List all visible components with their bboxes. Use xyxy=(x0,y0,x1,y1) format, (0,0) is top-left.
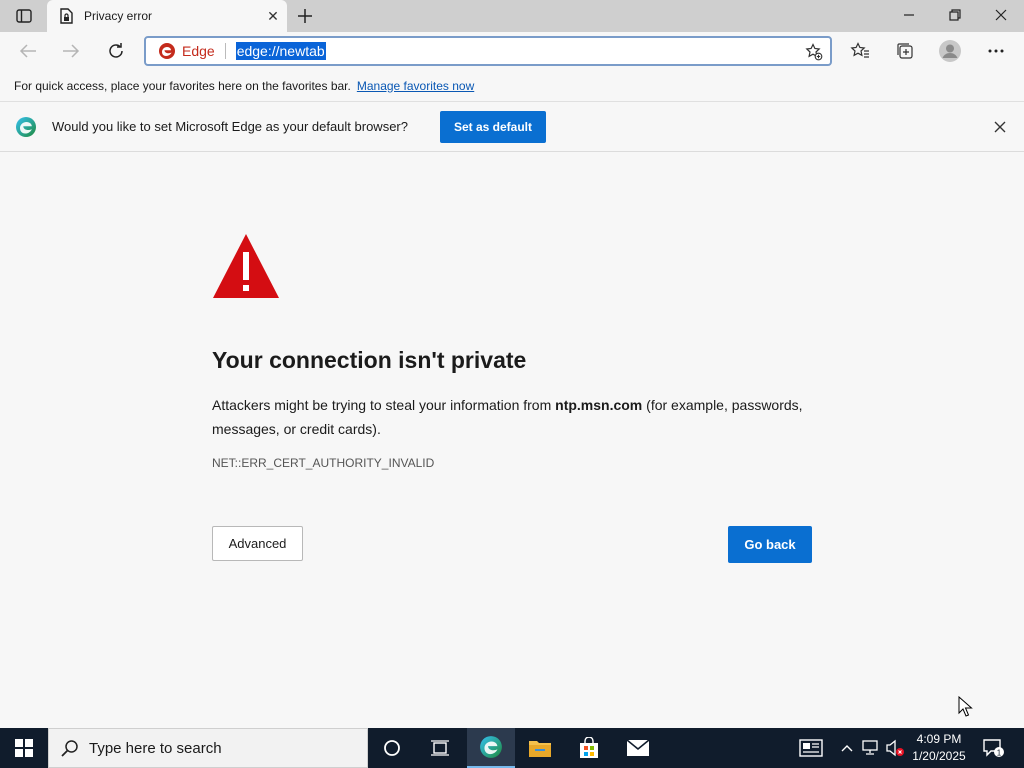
edge-logo-icon xyxy=(16,116,36,137)
taskbar-search-input[interactable]: Type here to search xyxy=(48,728,368,768)
search-icon xyxy=(61,739,79,757)
volume-muted-icon[interactable] xyxy=(885,738,905,758)
clock-date: 1/20/2025 xyxy=(912,749,966,763)
microsoft-store-icon[interactable] xyxy=(565,728,613,768)
favorites-icon[interactable] xyxy=(845,36,875,66)
tab-close-icon[interactable]: ✕ xyxy=(259,2,287,30)
taskbar: Type here to search 4:09 PM 1/20/2025 1 xyxy=(0,728,1024,768)
default-browser-infobar: Would you like to set Microsoft Edge as … xyxy=(0,102,1024,152)
mouse-cursor-icon xyxy=(958,696,973,717)
tab-privacy-error[interactable]: Privacy error ✕ xyxy=(47,0,287,32)
more-icon[interactable] xyxy=(981,36,1011,66)
arrow-right-icon[interactable] xyxy=(55,35,87,67)
notification-icon[interactable]: 1 xyxy=(978,728,1010,768)
error-code: NET::ERR_CERT_AUTHORITY_INVALID xyxy=(212,456,435,470)
plus-icon[interactable] xyxy=(292,4,318,28)
task-view-icon[interactable] xyxy=(416,728,464,768)
address-bar[interactable]: Edge edge://newtab xyxy=(144,36,832,66)
warning-triangle-icon xyxy=(213,234,279,298)
star-plus-icon[interactable] xyxy=(804,42,824,62)
omnibox-separator xyxy=(224,43,226,59)
favorites-bar-text: For quick access, place your favorites h… xyxy=(14,78,351,93)
edge-page-icon xyxy=(158,42,176,60)
restore-icon[interactable] xyxy=(932,0,978,30)
cortana-icon[interactable] xyxy=(368,728,416,768)
chevron-up-icon[interactable] xyxy=(837,738,857,758)
close-icon[interactable] xyxy=(990,117,1010,137)
manage-favorites-link[interactable]: Manage favorites now xyxy=(357,79,474,93)
set-as-default-button[interactable]: Set as default xyxy=(440,111,546,143)
page-title: Your connection isn't private xyxy=(212,347,527,373)
file-explorer-icon[interactable] xyxy=(516,728,564,768)
profile-icon[interactable] xyxy=(935,36,965,66)
tab-actions-icon[interactable] xyxy=(8,5,40,27)
mail-icon[interactable] xyxy=(614,728,662,768)
minimize-icon[interactable] xyxy=(886,0,932,30)
news-icon[interactable] xyxy=(798,738,824,758)
tab-title: Privacy error xyxy=(84,9,153,23)
browser-toolbar: Edge edge://newtab xyxy=(0,32,1024,70)
advanced-button[interactable]: Advanced xyxy=(212,526,303,561)
tab-strip: Privacy error ✕ xyxy=(0,0,1024,32)
document-lock-icon xyxy=(58,8,74,24)
collections-icon[interactable] xyxy=(890,36,920,66)
error-page: Your connection isn't private Attackers … xyxy=(0,152,1024,728)
error-host: ntp.msn.com xyxy=(555,397,643,413)
error-description: Attackers might be trying to steal your … xyxy=(212,393,822,441)
refresh-icon[interactable] xyxy=(100,35,132,67)
favorites-bar: For quick access, place your favorites h… xyxy=(0,70,1024,102)
search-placeholder: Type here to search xyxy=(89,739,222,757)
network-icon[interactable] xyxy=(861,738,881,758)
go-back-button[interactable]: Go back xyxy=(728,526,812,563)
windows-start-icon[interactable] xyxy=(0,728,48,768)
edge-taskbar-icon[interactable] xyxy=(467,728,515,768)
close-icon[interactable] xyxy=(978,0,1024,30)
notification-count: 1 xyxy=(997,748,1002,757)
site-label: Edge xyxy=(182,43,215,59)
clock-time: 4:09 PM xyxy=(916,732,962,746)
clock[interactable]: 4:09 PM 1/20/2025 xyxy=(906,731,972,765)
url-text[interactable]: edge://newtab xyxy=(235,42,326,60)
infobar-message: Would you like to set Microsoft Edge as … xyxy=(52,119,408,134)
arrow-left-icon[interactable] xyxy=(12,35,44,67)
error-description-start: Attackers might be trying to steal your … xyxy=(212,397,556,413)
